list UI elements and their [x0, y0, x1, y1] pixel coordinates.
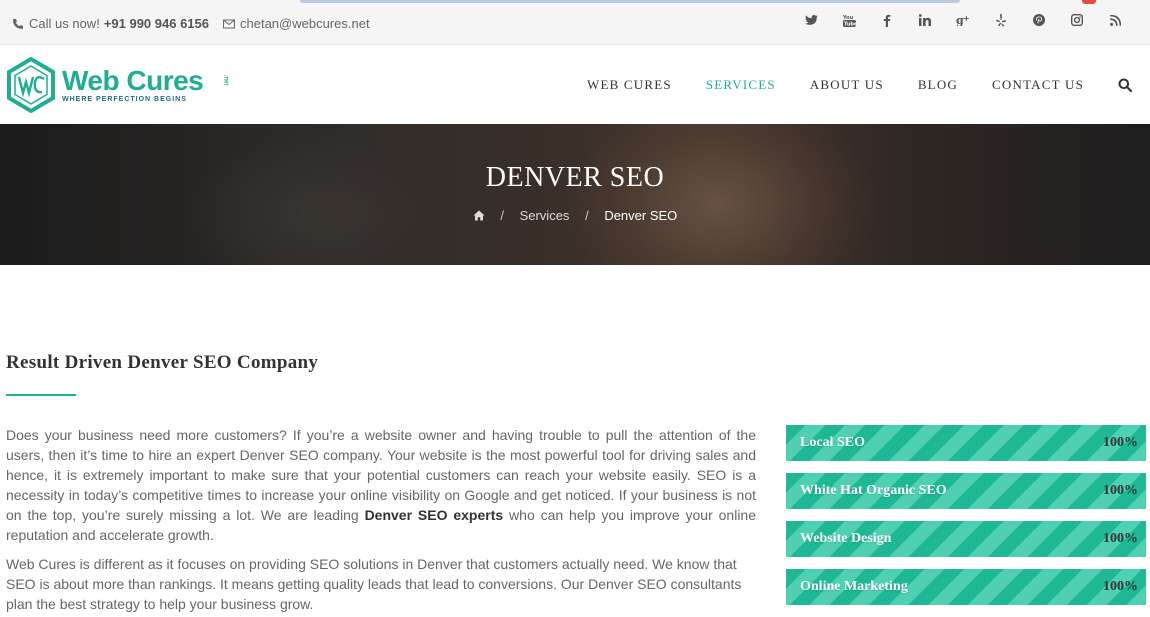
skill-bars: Local SEO 100% White Hat Organic SEO 100… — [786, 425, 1146, 617]
yelp-icon[interactable] — [982, 14, 1020, 33]
nav-item-contact-us[interactable]: CONTACT US — [992, 77, 1084, 93]
intro-paragraph: Does your business need more customers? … — [6, 425, 756, 545]
skill-bar-local-seo: Local SEO 100% — [786, 425, 1146, 461]
skill-label: Online Marketing — [800, 579, 908, 594]
pinterest-icon[interactable] — [1020, 14, 1058, 33]
phone-number[interactable]: +91 990 946 6156 — [104, 16, 209, 31]
social-links: You Tube g + — [792, 13, 1134, 33]
skill-bar-website-design: Website Design 100% — [786, 521, 1146, 557]
browser-red-marker — [1082, 0, 1096, 4]
skill-percent: 100% — [1103, 435, 1138, 450]
logo-text: Web Cures WHERE PERFECTION BEGINS — [62, 65, 204, 104]
logo-suffix: .net — [222, 74, 229, 86]
skill-percent: 100% — [1103, 579, 1138, 594]
instagram-icon[interactable] — [1058, 13, 1096, 33]
youtube-icon[interactable]: You Tube — [830, 14, 868, 33]
linkedin-icon[interactable] — [906, 14, 944, 33]
site-header: Web Cures WHERE PERFECTION BEGINS .net W… — [0, 45, 1150, 124]
email-address[interactable]: chetan@webcures.net — [240, 16, 370, 31]
second-paragraph: Web Cures is different as it focuses on … — [6, 556, 742, 612]
browser-accent-line — [300, 0, 960, 3]
skill-bar-white-hat-seo: White Hat Organic SEO 100% — [786, 473, 1146, 509]
intro-highlight: Denver SEO experts — [364, 507, 504, 523]
skill-bar-online-marketing: Online Marketing 100% — [786, 569, 1146, 605]
breadcrumb-current: Denver SEO — [604, 208, 678, 223]
skill-percent: 100% — [1103, 531, 1138, 546]
heading-underline — [6, 394, 76, 396]
search-icon[interactable] — [1118, 78, 1132, 92]
envelope-icon — [223, 19, 235, 28]
nav-item-web-cures[interactable]: WEB CURES — [587, 77, 672, 93]
breadcrumb-separator: / — [500, 208, 504, 223]
breadcrumb-separator: / — [585, 208, 589, 223]
nav-item-blog[interactable]: BLOG — [918, 77, 958, 93]
top-bar: Call us now! +91 990 946 6156 chetan@web… — [0, 0, 1150, 45]
site-logo[interactable]: Web Cures WHERE PERFECTION BEGINS .net — [6, 57, 228, 113]
page-banner: DENVER SEO / Services / Denver SEO — [0, 124, 1150, 265]
section-heading: Result Driven Denver SEO Company — [6, 352, 319, 373]
contact-info: Call us now! +91 990 946 6156 chetan@web… — [12, 16, 370, 31]
rss-icon[interactable] — [1096, 14, 1134, 33]
phone-icon — [13, 18, 23, 29]
nav-item-about-us[interactable]: ABOUT US — [810, 77, 884, 93]
logo-tagline: WHERE PERFECTION BEGINS — [62, 96, 187, 103]
nav-item-services[interactable]: SERVICES — [706, 77, 776, 93]
skill-percent: 100% — [1103, 483, 1138, 498]
skill-label: Local SEO — [800, 435, 865, 450]
logo-name: Web Cures — [62, 65, 204, 96]
breadcrumb: / Services / Denver SEO — [0, 208, 1150, 223]
facebook-icon[interactable] — [868, 14, 906, 33]
home-icon[interactable] — [473, 210, 485, 221]
skill-label: Website Design — [800, 531, 892, 546]
email-link-wrap[interactable]: chetan@webcures.net — [223, 16, 370, 31]
call-label: Call us now! — [29, 16, 100, 31]
banner-overlay — [0, 124, 1150, 265]
breadcrumb-services[interactable]: Services — [520, 208, 570, 223]
logo-hexagon-icon — [7, 57, 55, 113]
svg-text:Tube: Tube — [844, 22, 856, 28]
main-nav: WEB CURES SERVICES ABOUT US BLOG CONTACT… — [553, 77, 1132, 93]
twitter-icon[interactable] — [792, 14, 830, 33]
google-plus-icon[interactable]: g + — [944, 14, 982, 33]
skill-label: White Hat Organic SEO — [800, 483, 947, 498]
page-title: DENVER SEO — [485, 162, 665, 193]
svg-text:+: + — [963, 14, 970, 23]
